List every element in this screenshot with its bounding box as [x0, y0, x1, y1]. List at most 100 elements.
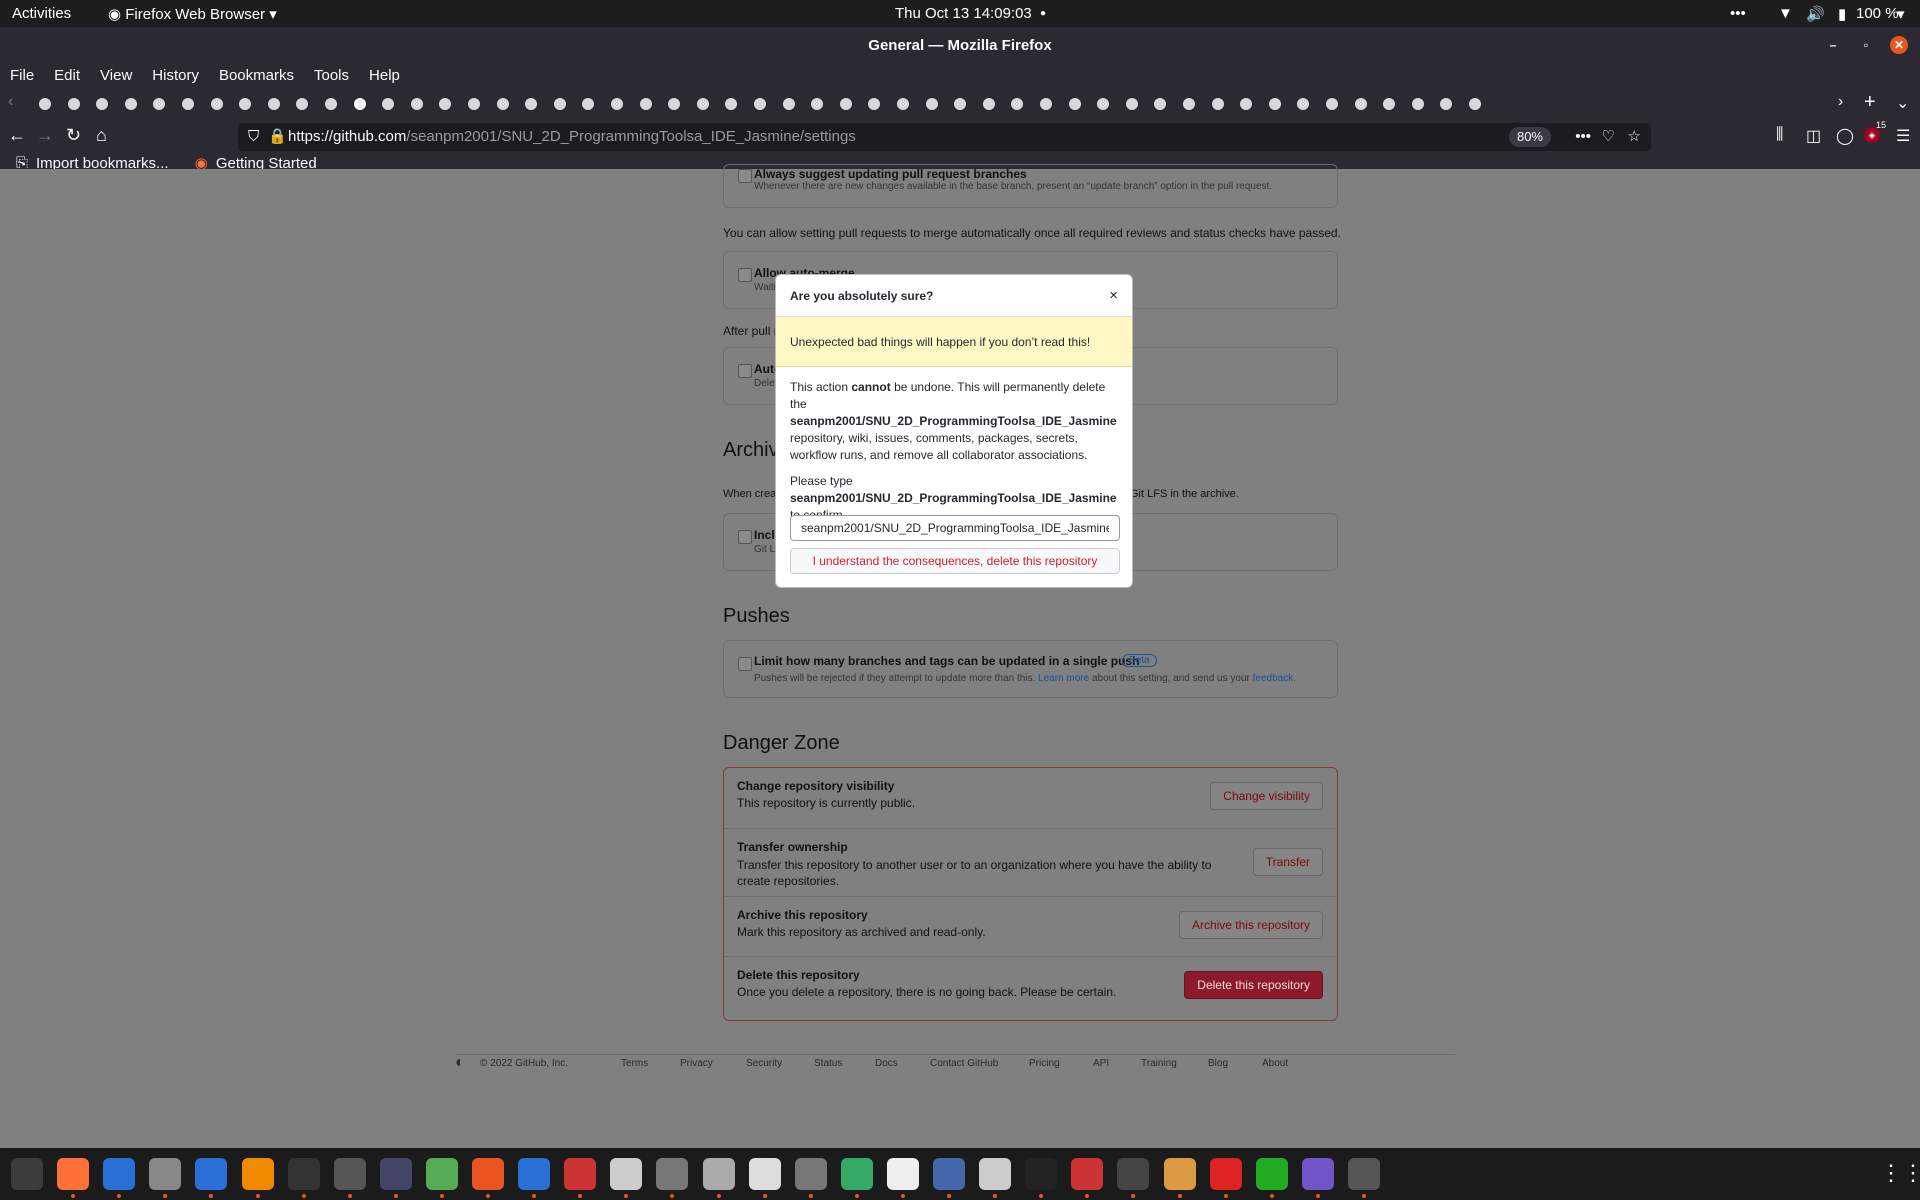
disk-icon[interactable]: [748, 1158, 781, 1190]
puzzle-icon[interactable]: [425, 1158, 458, 1190]
page-actions-icon[interactable]: •••: [1575, 123, 1591, 151]
firefox-icon[interactable]: [57, 1158, 90, 1190]
overflow-icon[interactable]: •••: [1730, 5, 1746, 22]
github-icon-tab[interactable]: [751, 95, 769, 113]
maximize-icon[interactable]: ▫: [1857, 36, 1875, 54]
close-window-icon[interactable]: ✕: [1890, 36, 1908, 54]
github-icon-tab[interactable]: [951, 95, 970, 113]
github-icon-tab[interactable]: [350, 95, 369, 113]
menu-tools[interactable]: Tools: [304, 64, 359, 88]
limit-push-checkbox[interactable]: [738, 657, 752, 671]
camera-icon[interactable]: [1301, 1158, 1334, 1190]
gear-icon-tab[interactable]: [121, 95, 140, 113]
tracking-shield-icon[interactable]: ⛉: [248, 123, 259, 151]
menu-view[interactable]: View: [90, 64, 142, 88]
vlc-icon[interactable]: [241, 1158, 274, 1190]
confirm-repo-input[interactable]: [790, 515, 1120, 541]
github-icon-tab[interactable]: [1351, 95, 1370, 113]
hamburger-menu-icon[interactable]: ☰: [1896, 126, 1910, 146]
github-icon-tab[interactable]: [207, 95, 226, 113]
spreadsheet-icon[interactable]: [840, 1158, 873, 1190]
system-monitor-icon[interactable]: [11, 1158, 43, 1190]
forward-icon[interactable]: →: [36, 125, 54, 146]
github-icon-tab[interactable]: [722, 95, 741, 113]
github-icon-tab[interactable]: [579, 95, 598, 113]
github-icon-tab[interactable]: [150, 95, 169, 113]
github-icon-tab[interactable]: [1437, 95, 1456, 113]
archive-icon[interactable]: [979, 1158, 1012, 1190]
scroll-tabs-left-icon[interactable]: ‹: [8, 93, 13, 111]
footer-link[interactable]: Contact GitHub: [930, 1058, 998, 1069]
footer-link[interactable]: Docs: [875, 1058, 898, 1069]
github-icon-tab[interactable]: [465, 95, 483, 113]
help-icon[interactable]: [103, 1158, 136, 1190]
home-icon[interactable]: ⌂: [96, 125, 107, 146]
learn-more-link[interactable]: Learn more: [1038, 673, 1089, 684]
library-icon[interactable]: ⫼: [1776, 126, 1783, 144]
footer-link[interactable]: Terms: [621, 1058, 648, 1069]
automerge-checkbox[interactable]: [738, 268, 752, 282]
gimp-icon[interactable]: [1117, 1158, 1150, 1190]
back-icon[interactable]: ←: [8, 125, 26, 146]
footer-link[interactable]: Blog: [1208, 1058, 1228, 1069]
graph-icon[interactable]: [564, 1158, 597, 1190]
delete-repository-button[interactable]: Delete this repository: [1184, 971, 1323, 999]
github-icon-tab[interactable]: [865, 95, 884, 113]
show-applications-icon[interactable]: ⋮⋮⋮: [1880, 1160, 1920, 1186]
footer-link[interactable]: Security: [746, 1058, 782, 1069]
github-icon-tab[interactable]: [522, 95, 541, 113]
url-bar[interactable]: ⛉ 🔒 https://github.com/seanpm2001/SNU_2D…: [238, 123, 1651, 151]
github-icon-tab[interactable]: [379, 95, 398, 113]
github-icon-tab[interactable]: [894, 95, 912, 113]
footer-link[interactable]: Privacy: [680, 1058, 713, 1069]
files-icon[interactable]: [702, 1158, 735, 1190]
footer-link[interactable]: Pricing: [1029, 1058, 1060, 1069]
github-icon-tab[interactable]: [293, 95, 312, 113]
menu-bookmarks[interactable]: Bookmarks: [209, 64, 304, 88]
github-icon-tab[interactable]: [436, 95, 455, 113]
activities-button[interactable]: Activities: [12, 5, 71, 22]
github-icon-tab[interactable]: [236, 95, 255, 113]
menu-history[interactable]: History: [142, 64, 209, 88]
change-visibility-button[interactable]: Change visibility: [1210, 782, 1323, 810]
volume-icon[interactable]: 🔊: [1806, 5, 1825, 23]
github-logo-icon[interactable]: ◐: [455, 1054, 465, 1072]
alert-icon[interactable]: [1209, 1158, 1242, 1190]
text-editor-icon[interactable]: [518, 1158, 551, 1190]
pdf-icon[interactable]: [1071, 1158, 1104, 1190]
github-icon-tab[interactable]: [1122, 95, 1141, 113]
menu-file[interactable]: File: [0, 64, 44, 88]
zoom-level[interactable]: 80%: [1508, 127, 1551, 147]
footer-link[interactable]: Status: [814, 1058, 842, 1069]
minimize-icon[interactable]: –: [1824, 36, 1842, 54]
github-icon-tab[interactable]: [836, 95, 855, 113]
github-icon-tab[interactable]: [322, 95, 340, 113]
wifi-icon[interactable]: ▼: [1778, 5, 1793, 22]
github-icon-tab[interactable]: [1008, 95, 1027, 113]
app-menu[interactable]: ◉ Firefox Web Browser ▾: [108, 5, 277, 23]
lock-icon[interactable]: 🔒: [268, 123, 287, 151]
archive-repository-button[interactable]: Archive this repository: [1178, 911, 1323, 939]
footer-link[interactable]: API: [1093, 1058, 1109, 1069]
github-icon-tab[interactable]: [36, 95, 54, 113]
bookmark-star-icon[interactable]: ☆: [1628, 123, 1641, 151]
calc-icon[interactable]: [1255, 1158, 1288, 1190]
game-icon[interactable]: [1163, 1158, 1196, 1190]
power-menu-icon[interactable]: ▾: [1897, 5, 1905, 23]
font-icon[interactable]: [794, 1158, 827, 1190]
github-icon-tab[interactable]: [1265, 95, 1284, 113]
software-center-icon[interactable]: [472, 1158, 504, 1190]
github-icon-tab[interactable]: [1065, 95, 1084, 113]
dialog-close-icon[interactable]: ×: [1109, 287, 1118, 304]
github-icon-tab[interactable]: [1094, 95, 1113, 113]
pr-update-checkbox[interactable]: [738, 169, 752, 183]
github-icon-tab[interactable]: [636, 95, 655, 113]
music-icon[interactable]: [1025, 1158, 1058, 1190]
medium-icon-tab[interactable]: [93, 95, 112, 113]
clock[interactable]: Thu Oct 13 14:09:03: [895, 5, 1032, 22]
github-icon-tab[interactable]: [1294, 95, 1313, 113]
github-icon-tab[interactable]: [493, 95, 512, 113]
vim-icon[interactable]: [333, 1158, 366, 1190]
sidebar-icon[interactable]: ◫: [1806, 126, 1821, 146]
screenshot-icon[interactable]: [933, 1158, 965, 1190]
